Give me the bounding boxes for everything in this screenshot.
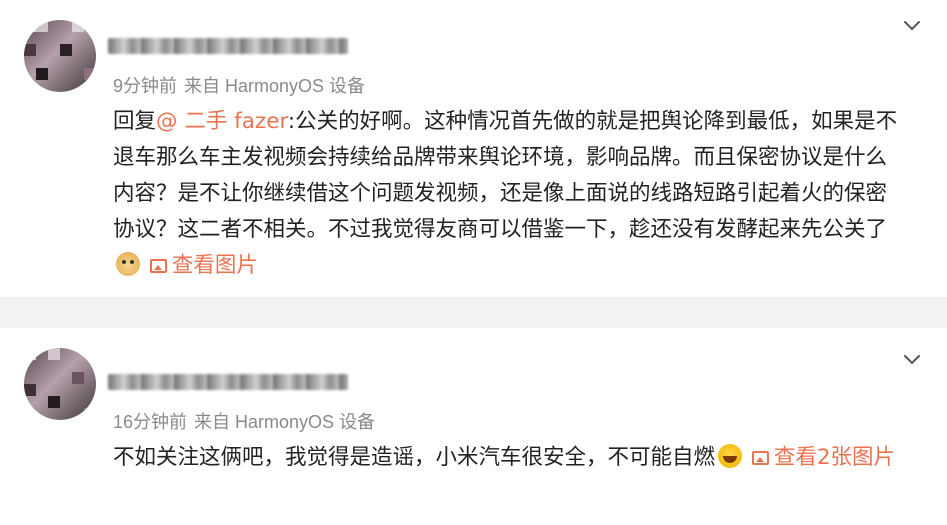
source: 来自 HarmonyOS 设备 [194, 412, 376, 432]
chevron-down-icon[interactable] [903, 350, 921, 368]
image-icon [751, 451, 769, 465]
comment-text: 不如关注这俩吧，我觉得是造谣，小米汽车很安全，不可能自燃 查看2张图片 [113, 440, 903, 476]
comment-text: 回复@ 二手 fazer:公关的好啊。这种情况首先做的就是把舆论降到最低，如果是… [113, 104, 903, 284]
source: 来自 HarmonyOS 设备 [184, 76, 366, 96]
section-divider [0, 297, 947, 328]
post-meta: 9分钟前 来自 HarmonyOS 设备 [113, 72, 372, 98]
comment-body: 不如关注这俩吧，我觉得是造谣，小米汽车很安全，不可能自燃 [113, 445, 716, 470]
username-redacted[interactable] [108, 38, 348, 54]
image-icon [149, 259, 167, 273]
laugh-cry-emoji [718, 444, 743, 468]
view-image-label: 查看图片 [171, 253, 258, 278]
avatar[interactable] [24, 20, 96, 92]
reply-prefix: 回复 [113, 109, 157, 134]
avatar[interactable] [24, 348, 96, 420]
post-meta: 16分钟前 来自 HarmonyOS 设备 [113, 408, 382, 434]
username-redacted[interactable] [108, 374, 348, 390]
comment-card: 16分钟前 来自 HarmonyOS 设备 不如关注这俩吧，我觉得是造谣，小米汽车… [0, 328, 947, 525]
view-images-link[interactable]: 查看2张图片 [751, 445, 896, 470]
timestamp: 16分钟前 [113, 412, 188, 432]
view-images-label: 查看2张图片 [773, 445, 896, 470]
view-image-link[interactable]: 查看图片 [149, 253, 258, 278]
comment-card: 9分钟前 来自 HarmonyOS 设备 回复@ 二手 fazer:公关的好啊。这… [0, 0, 947, 297]
timestamp: 9分钟前 [113, 76, 178, 96]
chevron-down-icon[interactable] [903, 16, 921, 34]
mention-link[interactable]: @ 二手 fazer [156, 109, 288, 134]
doge-emoji [116, 252, 140, 276]
